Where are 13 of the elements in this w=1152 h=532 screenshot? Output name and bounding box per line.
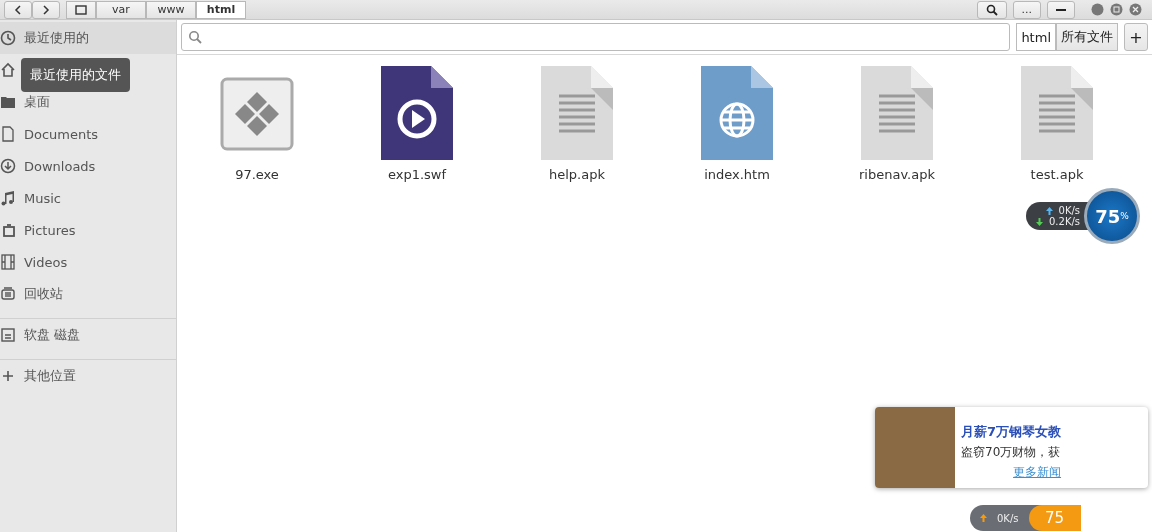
file-name: exp1.swf: [387, 167, 447, 182]
file-name: index.htm: [704, 167, 770, 182]
usage-gauge: 75%: [1084, 188, 1141, 244]
file-name: 97.exe: [235, 167, 279, 182]
upload-speed: 0K/s: [997, 512, 1019, 524]
file-name: test.apk: [1030, 167, 1084, 182]
usage-badge: 75: [1028, 505, 1081, 531]
file-name: ribenav.apk: [859, 167, 935, 182]
download-speed: 0.2K/s: [1049, 216, 1081, 227]
news-summary: 盗窃70万财物，获: [961, 444, 1062, 461]
upload-speed: 0K/s: [1058, 205, 1081, 216]
file-name: help.apk: [549, 167, 605, 182]
tooltip: 最近使用的文件: [21, 58, 130, 92]
